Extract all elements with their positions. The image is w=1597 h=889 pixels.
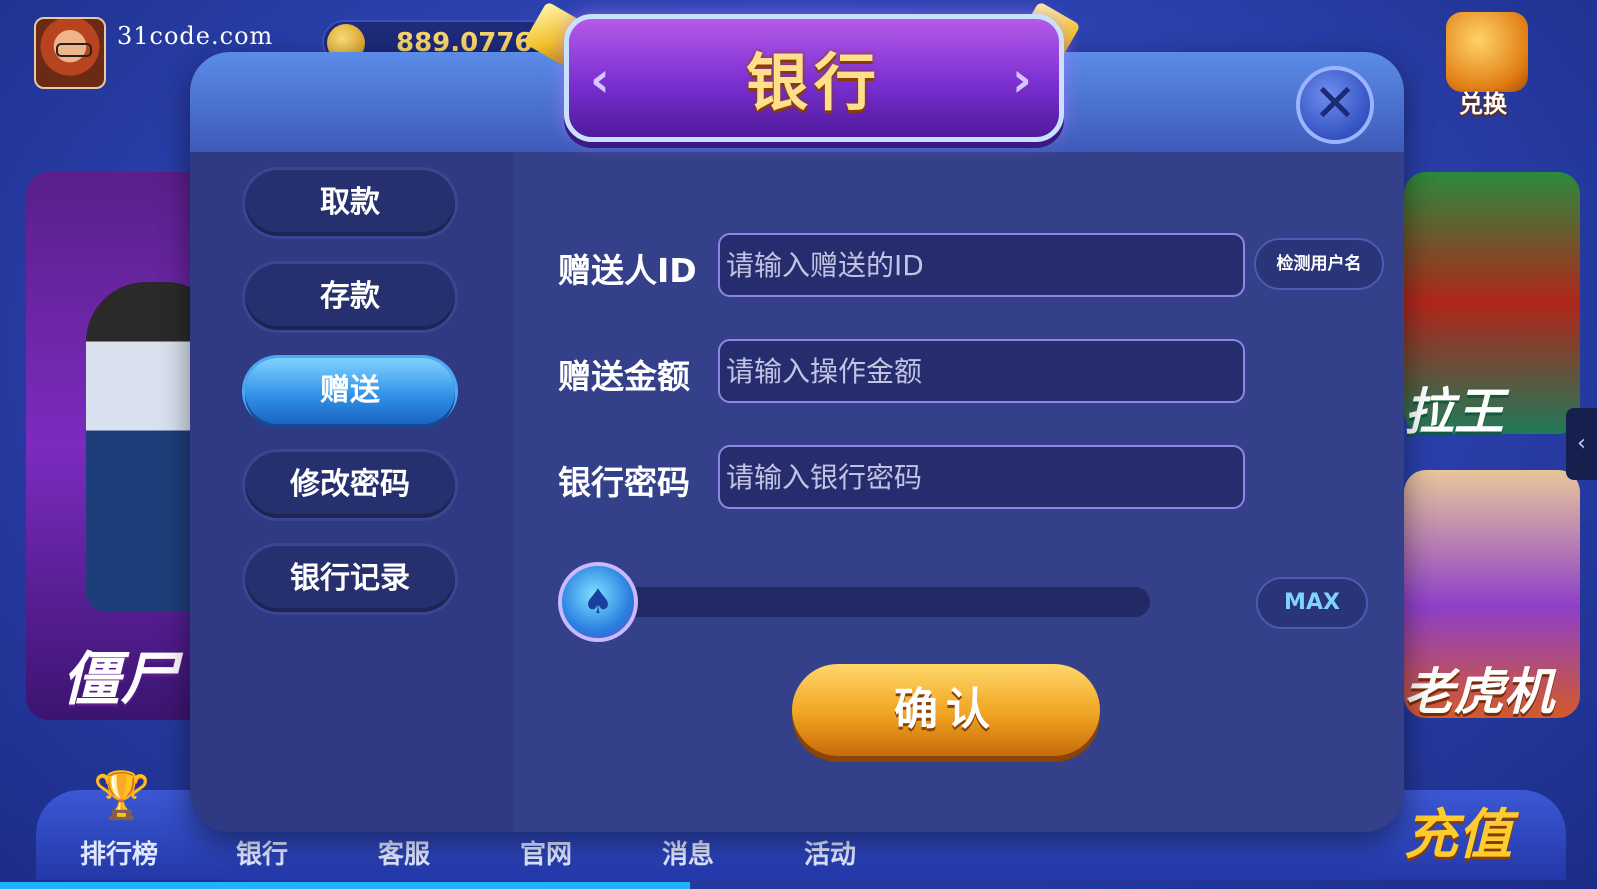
bank-password-input[interactable] [718,445,1245,509]
max-button[interactable]: MAX [1256,577,1368,629]
nav-item-website[interactable]: 官网 [520,834,572,871]
check-username-button[interactable]: 检测用户名 [1254,238,1384,290]
gift-amount-label: 赠送金额 [558,357,690,396]
exchange-icon[interactable] [1446,12,1528,92]
chevron-left-icon[interactable]: ‹ [1566,408,1597,480]
recharge-button[interactable]: 充值 [1404,790,1512,869]
nav-item-bank[interactable]: 银行 [236,834,288,871]
recipient-id-input[interactable] [718,233,1245,297]
menu-change-password-button[interactable]: 修改密码 [245,452,455,518]
trophy-icon[interactable]: 🏆 [92,768,152,828]
site-watermark: 31code.com [117,22,274,50]
avatar[interactable] [34,17,106,89]
confirm-button[interactable]: 确认 [792,664,1100,756]
menu-deposit-button[interactable]: 存款 [245,264,455,330]
loading-progress-line [0,882,690,889]
nav-item-service[interactable]: 客服 [378,834,430,871]
menu-bank-records-button[interactable]: 银行记录 [245,546,455,612]
amount-slider-track[interactable] [596,587,1150,617]
nav-item-messages[interactable]: 消息 [662,834,714,871]
spade-icon[interactable]: ♠ [558,562,638,642]
close-icon[interactable]: ✕ [1296,66,1374,144]
exchange-label[interactable]: 兑换 [1459,84,1507,119]
game-card-tiger-machine-label: 老虎机 [1404,663,1554,721]
menu-withdraw-button[interactable]: 取款 [245,170,455,236]
game-card-slots-king-label: 拉王 [1404,383,1504,441]
game-card-zombie-label: 僵尸 [62,645,179,713]
nav-item-events[interactable]: 活动 [804,834,856,871]
recipient-id-label: 赠送人ID [558,251,697,290]
gift-amount-input[interactable] [718,339,1245,403]
menu-gift-button[interactable]: 赠送 [245,358,455,424]
nav-item-ranking[interactable]: 排行榜 [80,834,158,871]
modal-title: 银行 [745,46,882,119]
bank-password-label: 银行密码 [558,463,690,502]
